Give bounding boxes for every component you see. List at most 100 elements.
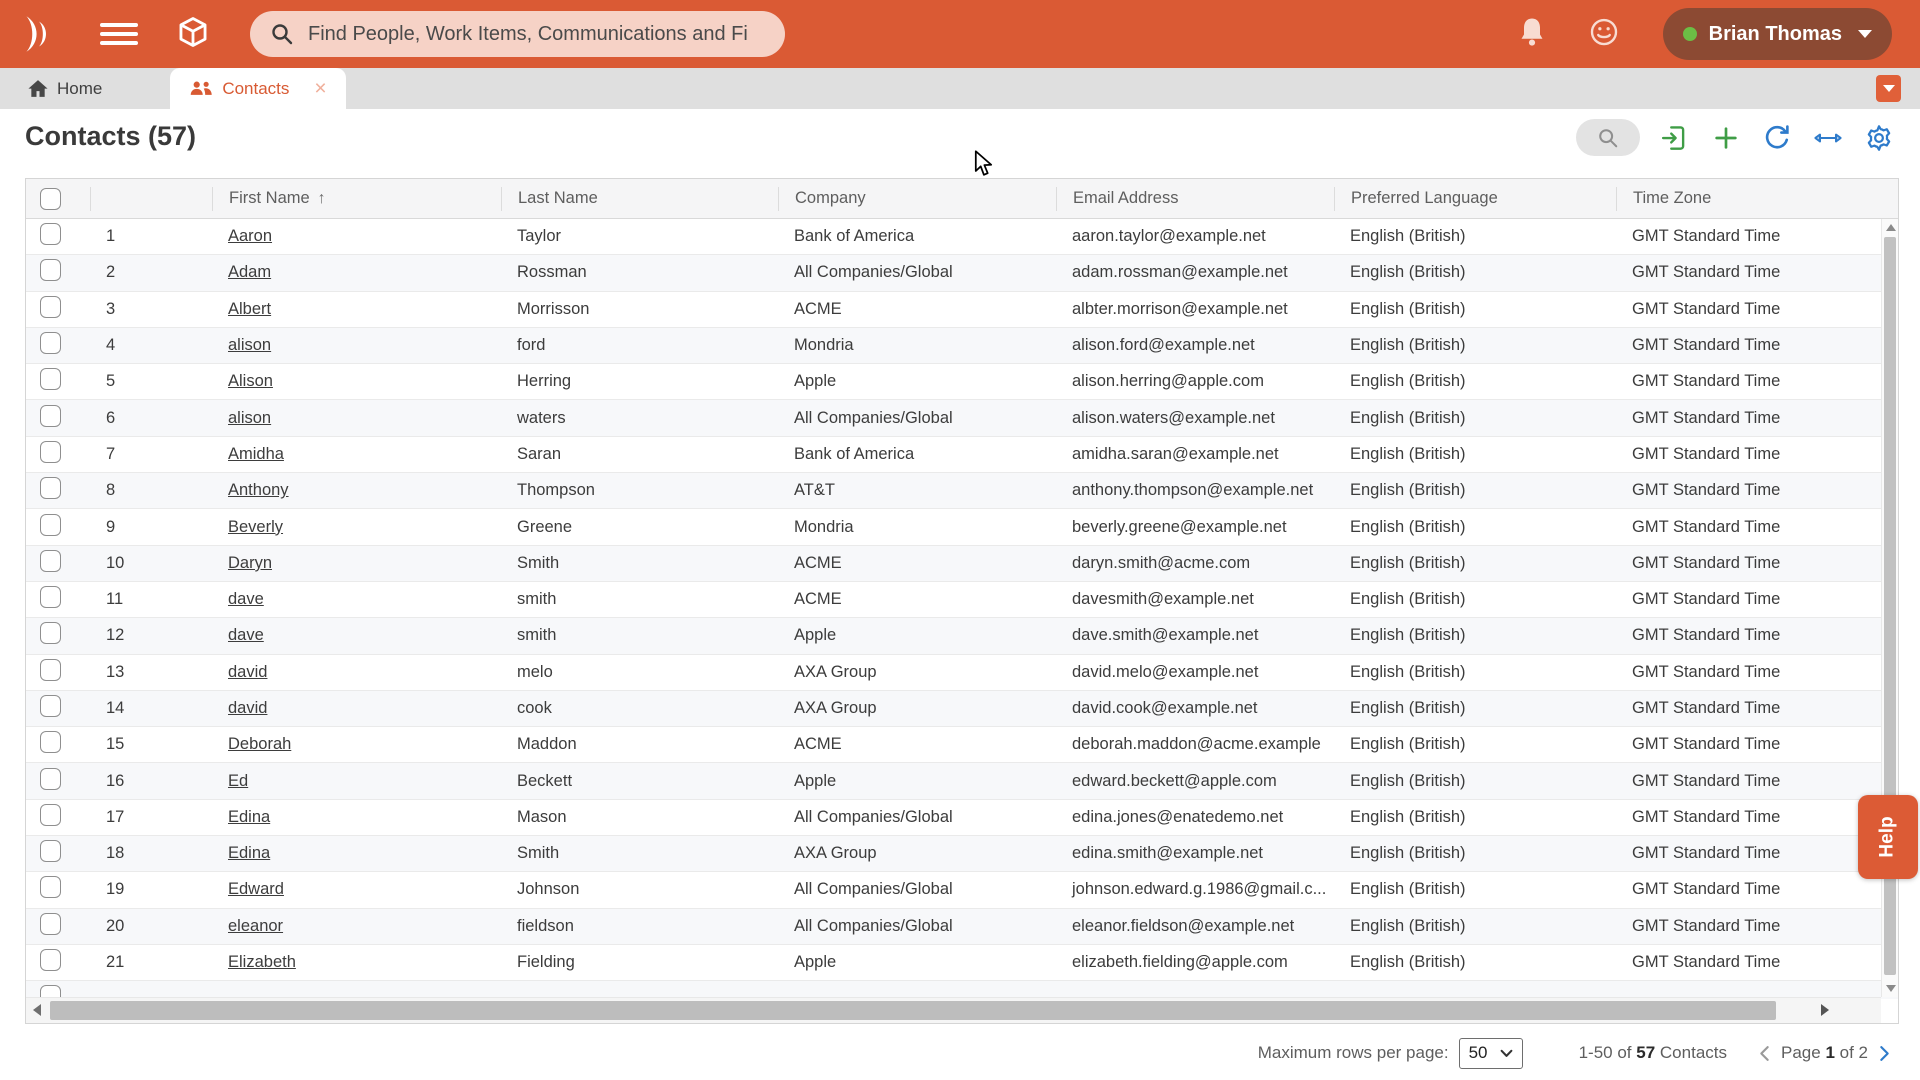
table-row[interactable]: 4alisonfordMondriaalison.ford@example.ne…: [26, 328, 1898, 364]
row-checkbox[interactable]: [40, 586, 61, 608]
row-checkbox[interactable]: [40, 223, 61, 245]
row-checkbox[interactable]: [40, 441, 61, 463]
notifications-bell-icon[interactable]: [1517, 16, 1547, 53]
table-row[interactable]: 2AdamRossmanAll Companies/Globaladam.ros…: [26, 255, 1898, 291]
first-name-link[interactable]: Elizabeth: [228, 953, 296, 971]
table-row[interactable]: 17EdinaMasonAll Companies/Globaledina.jo…: [26, 800, 1898, 836]
row-checkbox[interactable]: [40, 913, 61, 935]
table-row[interactable]: 15DeborahMaddonACMEdeborah.maddon@acme.e…: [26, 727, 1898, 763]
table-row[interactable]: 20eleanorfieldsonAll Companies/Globalele…: [26, 909, 1898, 945]
first-name-link[interactable]: Albert: [228, 300, 271, 318]
table-row[interactable]: 16EdBeckettAppleedward.beckett@apple.com…: [26, 763, 1898, 799]
table-row[interactable]: 8AnthonyThompsonAT&Tanthony.thompson@exa…: [26, 473, 1898, 509]
row-checkbox[interactable]: [40, 731, 61, 753]
help-tab[interactable]: Help: [1858, 795, 1918, 879]
horizontal-scrollbar[interactable]: [26, 997, 1881, 1023]
row-checkbox[interactable]: [40, 405, 61, 427]
row-checkbox[interactable]: [40, 477, 61, 499]
table-search-button[interactable]: [1576, 119, 1640, 156]
first-name-link[interactable]: Edward: [228, 880, 284, 898]
row-checkbox[interactable]: [40, 695, 61, 717]
first-name-link[interactable]: alison: [228, 336, 271, 354]
row-checkbox[interactable]: [40, 296, 61, 318]
column-header-last-name[interactable]: Last Name: [501, 187, 778, 211]
table-row[interactable]: 19EdwardJohnsonAll Companies/Globaljohns…: [26, 872, 1898, 908]
import-contacts-button[interactable]: [1659, 122, 1691, 154]
first-name-link[interactable]: Daryn: [228, 554, 272, 572]
page-title: Contacts (57): [25, 121, 196, 152]
column-header-email[interactable]: Email Address: [1056, 187, 1334, 211]
h-scroll-right-arrow[interactable]: [1821, 1004, 1829, 1016]
user-menu-button[interactable]: Brian Thomas: [1663, 8, 1892, 60]
hamburger-menu-icon[interactable]: [100, 18, 138, 50]
row-number: 15: [90, 735, 212, 754]
first-name-link[interactable]: Aaron: [228, 227, 272, 245]
h-scroll-thumb[interactable]: [50, 1001, 1776, 1020]
row-checkbox[interactable]: [40, 876, 61, 898]
row-checkbox[interactable]: [40, 550, 61, 572]
table-row[interactable]: 3AlbertMorrissonACMEalbter.morrison@exam…: [26, 292, 1898, 328]
global-search-input[interactable]: Find People, Work Items, Communications …: [250, 11, 785, 57]
column-header-first-name[interactable]: First Name ↑: [212, 187, 501, 211]
first-name-link[interactable]: Edina: [228, 808, 270, 826]
table-row[interactable]: 9BeverlyGreeneMondriabeverly.greene@exam…: [26, 509, 1898, 545]
apps-cube-icon[interactable]: [176, 15, 210, 54]
first-name-link[interactable]: Beverly: [228, 518, 283, 536]
table-row[interactable]: 21ElizabethFieldingAppleelizabeth.fieldi…: [26, 945, 1898, 981]
row-checkbox[interactable]: [40, 332, 61, 354]
tab-home[interactable]: Home: [28, 68, 102, 109]
table-row[interactable]: 14davidcookAXA Groupdavid.cook@example.n…: [26, 691, 1898, 727]
table-row[interactable]: 1AaronTaylorBank of Americaaaron.taylor@…: [26, 219, 1898, 255]
first-name-link[interactable]: david: [228, 699, 267, 717]
first-name-link[interactable]: Amidha: [228, 445, 284, 463]
row-checkbox[interactable]: [40, 659, 61, 681]
first-name-link[interactable]: alison: [228, 409, 271, 427]
table-row[interactable]: 12davesmithAppledave.smith@example.netEn…: [26, 618, 1898, 654]
page-next-button[interactable]: [1879, 1045, 1890, 1062]
column-header-company[interactable]: Company: [778, 187, 1056, 211]
page-prev-button[interactable]: [1759, 1045, 1770, 1062]
first-name-link[interactable]: Anthony: [228, 481, 289, 499]
table-row[interactable]: 7AmidhaSaranBank of Americaamidha.saran@…: [26, 437, 1898, 473]
table-row[interactable]: 13davidmeloAXA Groupdavid.melo@example.n…: [26, 655, 1898, 691]
row-checkbox[interactable]: [40, 804, 61, 826]
v-scroll-up-arrow[interactable]: [1886, 224, 1896, 231]
add-contact-button[interactable]: [1710, 122, 1742, 154]
table-row[interactable]: 18EdinaSmithAXA Groupedina.smith@example…: [26, 836, 1898, 872]
row-checkbox[interactable]: [40, 368, 61, 390]
settings-button[interactable]: [1863, 122, 1895, 154]
first-name-link[interactable]: Edina: [228, 844, 270, 862]
tab-contacts[interactable]: Contacts ×: [170, 68, 346, 109]
row-checkbox[interactable]: [40, 622, 61, 644]
first-name-link[interactable]: Alison: [228, 372, 273, 390]
vertical-scrollbar[interactable]: [1881, 219, 1898, 997]
h-scroll-left-arrow[interactable]: [33, 1004, 41, 1016]
first-name-link[interactable]: Adam: [228, 263, 271, 281]
row-checkbox[interactable]: [40, 514, 61, 536]
tab-overflow-button[interactable]: [1876, 75, 1901, 102]
first-name-link[interactable]: Deborah: [228, 735, 291, 753]
first-name-link[interactable]: dave: [228, 590, 264, 608]
table-row[interactable]: 6alisonwatersAll Companies/Globalalison.…: [26, 400, 1898, 436]
row-checkbox[interactable]: [40, 949, 61, 971]
row-checkbox[interactable]: [40, 259, 61, 281]
row-checkbox[interactable]: [40, 768, 61, 790]
v-scroll-down-arrow[interactable]: [1886, 985, 1896, 992]
first-name-link[interactable]: dave: [228, 626, 264, 644]
column-header-language[interactable]: Preferred Language: [1334, 187, 1616, 211]
app-logo[interactable]: [12, 11, 68, 57]
row-checkbox[interactable]: [40, 840, 61, 862]
table-row[interactable]: 10DarynSmithACMEdaryn.smith@acme.comEngl…: [26, 546, 1898, 582]
tab-close-icon[interactable]: ×: [314, 78, 326, 99]
select-all-checkbox[interactable]: [40, 188, 61, 210]
first-name-link[interactable]: Ed: [228, 772, 248, 790]
column-header-timezone[interactable]: Time Zone: [1616, 187, 1898, 211]
first-name-link[interactable]: eleanor: [228, 917, 283, 935]
first-name-link[interactable]: david: [228, 663, 267, 681]
table-row[interactable]: 5AlisonHerringApplealison.herring@apple.…: [26, 364, 1898, 400]
rows-per-page-select[interactable]: 50: [1459, 1038, 1523, 1069]
table-row[interactable]: 11davesmithACMEdavesmith@example.netEngl…: [26, 582, 1898, 618]
emoji-feedback-icon[interactable]: [1589, 17, 1619, 52]
refresh-button[interactable]: [1761, 122, 1793, 154]
fit-columns-button[interactable]: [1812, 122, 1844, 154]
